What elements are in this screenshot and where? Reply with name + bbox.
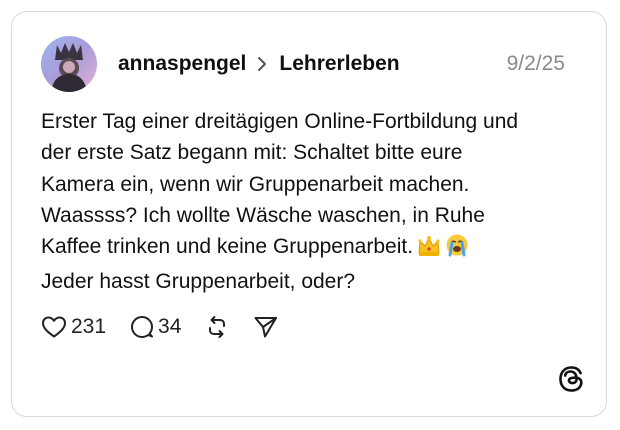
- share-button[interactable]: [253, 315, 279, 339]
- post-text-line: Kaffee trinken und keine Gruppenarbeit.: [41, 235, 414, 259]
- community-name[interactable]: Lehrerleben: [279, 52, 399, 76]
- reply-button[interactable]: 34: [130, 315, 181, 339]
- chevron-right-icon: [257, 56, 267, 72]
- repost-icon: [205, 315, 229, 339]
- post-text: Erster Tag einer dreitägigen Online-Fort…: [41, 106, 581, 298]
- post-text-line: Waassss? Ich wollte Wäsche waschen, in R…: [41, 203, 485, 227]
- like-button[interactable]: 231: [41, 315, 106, 339]
- like-count: 231: [71, 315, 107, 338]
- reply-count: 34: [158, 315, 182, 338]
- comment-icon: [130, 315, 154, 339]
- loudly-crying-face-icon: [445, 233, 469, 266]
- post-text-line-with-emoji: Kaffee trinken und keine Gruppenarbeit.: [41, 231, 581, 266]
- post-text-line: Kamera ein, wenn wir Gruppenarbeit mache…: [41, 172, 470, 196]
- avatar[interactable]: [41, 36, 97, 92]
- avatar-image: [41, 36, 97, 92]
- post-text-line: Jeder hasst Gruppenarbeit, oder?: [41, 270, 356, 294]
- post-date[interactable]: 9/2/25: [507, 49, 565, 79]
- send-icon: [253, 315, 279, 339]
- heart-icon: [41, 315, 67, 339]
- post-header: annaspengel Lehrerleben: [118, 49, 400, 79]
- post-text-line: Erster Tag einer dreitägigen Online-Fort…: [41, 110, 519, 133]
- repost-button[interactable]: [205, 315, 229, 339]
- threads-logo-icon[interactable]: [558, 365, 584, 398]
- post-text-line: der erste Satz begann mit: Schaltet bitt…: [41, 141, 463, 165]
- crown-icon: [417, 235, 441, 266]
- author-name[interactable]: annaspengel: [118, 52, 246, 76]
- post-actions: 231 34: [41, 312, 303, 342]
